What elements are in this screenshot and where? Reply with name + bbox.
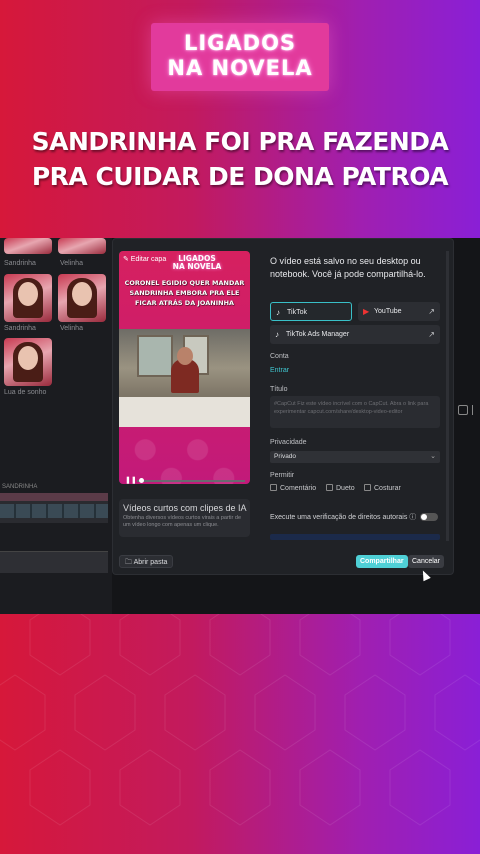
timeline-label: SANDRINHA bbox=[2, 484, 38, 490]
privacy-value: Privado bbox=[274, 453, 297, 460]
headline: SANDRINHA FOI PRA FAZENDA PRA CUIDAR DE … bbox=[0, 124, 480, 194]
dialog-scrollbar[interactable] bbox=[446, 251, 449, 541]
logo-line-1: LIGADOS bbox=[183, 31, 297, 55]
ai-card-title: Vídeos curtos com clipes de IA bbox=[123, 503, 247, 513]
media-label: Velinha bbox=[60, 325, 83, 332]
checkbox-box bbox=[364, 484, 371, 491]
privacy-label: Privacidade bbox=[270, 439, 307, 446]
tiktok-icon: ♪ bbox=[275, 330, 279, 339]
media-thumb[interactable] bbox=[4, 274, 52, 322]
share-dialog: ✎ Editar capa LIGADOS NA NOVELA CORONEL … bbox=[112, 238, 454, 575]
media-thumb[interactable] bbox=[58, 238, 106, 254]
media-panel: Sandrinha Velinha Sandrinha Velinha Lua … bbox=[0, 238, 112, 614]
checkbox-label: Costurar bbox=[374, 485, 401, 492]
platform-label: TikTok bbox=[287, 309, 307, 316]
tiktok-icon: ♪ bbox=[276, 308, 280, 317]
media-label: Velinha bbox=[60, 260, 83, 267]
open-folder-label: Abrir pasta bbox=[133, 559, 168, 566]
stitch-checkbox[interactable]: Costurar bbox=[364, 484, 401, 494]
platform-label: TikTok Ads Manager bbox=[286, 331, 350, 338]
external-link-icon: ↗ bbox=[428, 330, 435, 339]
share-button[interactable]: Compartilhar bbox=[356, 555, 408, 568]
ai-card-subtitle: Obtenha diversos vídeos curtos virais a … bbox=[123, 515, 242, 528]
preview-caption: CORONEL EGIDIO QUER MANDAR SANDRINHA EMB… bbox=[124, 279, 245, 307]
table-shape bbox=[119, 397, 250, 427]
checkbox-label: Dueto bbox=[336, 485, 355, 492]
media-label: Sandrinha bbox=[4, 325, 36, 332]
timeline-video-track[interactable] bbox=[0, 504, 108, 518]
platform-label: YouTube bbox=[374, 308, 402, 315]
screenshot-icon[interactable] bbox=[458, 405, 468, 415]
folder-icon: 🗀 bbox=[125, 559, 134, 566]
headline-line-1: SANDRINHA FOI PRA FAZENDA bbox=[31, 127, 449, 156]
external-link-icon: ↗ bbox=[428, 307, 435, 316]
share-options: O vídeo está salvo no seu desktop ou not… bbox=[270, 255, 442, 281]
ai-clips-card[interactable]: Vídeos curtos com clipes de IA Obtenha d… bbox=[119, 499, 250, 537]
chevron-down-icon: ⌄ bbox=[430, 453, 436, 460]
progress-knob[interactable] bbox=[139, 478, 144, 483]
privacy-select[interactable]: Privado ⌄ bbox=[270, 451, 440, 463]
media-thumb[interactable] bbox=[58, 274, 106, 322]
youtube-icon: ▶ bbox=[363, 307, 370, 316]
media-label: Sandrinha bbox=[4, 260, 36, 267]
preview-logo-line-2: NA NOVELA bbox=[172, 262, 222, 271]
timeline[interactable]: SANDRINHA bbox=[0, 484, 108, 523]
channel-logo: LIGADOS NA NOVELA bbox=[151, 23, 329, 91]
media-thumb[interactable] bbox=[4, 238, 52, 254]
hexagon-pattern bbox=[0, 600, 480, 826]
checkbox-box bbox=[326, 484, 333, 491]
cancel-button[interactable]: Cancelar bbox=[408, 555, 445, 568]
preview-logo: LIGADOS NA NOVELA bbox=[167, 255, 227, 271]
preview-hex-pattern bbox=[119, 427, 250, 484]
capcut-screen: Sandrinha Velinha Sandrinha Velinha Lua … bbox=[0, 238, 480, 614]
divider-icon bbox=[472, 405, 480, 415]
account-label: Conta bbox=[270, 353, 289, 360]
media-thumb[interactable] bbox=[4, 338, 52, 386]
comment-checkbox[interactable]: Comentário bbox=[270, 484, 316, 494]
saved-message: O vídeo está salvo no seu desktop ou not… bbox=[270, 256, 426, 279]
duet-checkbox[interactable]: Dueto bbox=[326, 484, 355, 494]
pause-icon[interactable]: ❚❚ bbox=[125, 477, 137, 484]
platform-tiktok[interactable]: ♪ TikTok bbox=[270, 302, 352, 321]
headline-line-2: PRA CUIDAR DE DONA PATROA bbox=[31, 162, 449, 191]
login-link[interactable]: Entrar bbox=[270, 367, 289, 374]
window-shape bbox=[137, 335, 173, 377]
checkbox-label: Comentário bbox=[280, 485, 317, 492]
checkbox-box bbox=[270, 484, 277, 491]
platform-tiktok-ads[interactable]: ♪ TikTok Ads Manager ↗ bbox=[270, 325, 440, 344]
person-head-shape bbox=[177, 347, 193, 365]
media-label: Lua de sonho bbox=[4, 389, 47, 396]
logo-line-2: NA NOVELA bbox=[167, 56, 313, 80]
allow-label: Permitir bbox=[270, 472, 295, 479]
open-folder-button[interactable]: 🗀 Abrir pasta bbox=[119, 555, 174, 568]
timeline-audio-track[interactable] bbox=[0, 551, 108, 573]
preview-video-frame bbox=[119, 329, 250, 427]
video-preview[interactable]: ✎ Editar capa LIGADOS NA NOVELA CORONEL … bbox=[119, 251, 250, 484]
platform-youtube[interactable]: ▶ YouTube ↗ bbox=[358, 302, 440, 321]
copyright-check-label: Execute uma verificação de direitos auto… bbox=[270, 514, 417, 521]
info-strip bbox=[270, 534, 440, 540]
title-label: Título bbox=[270, 386, 288, 393]
copyright-check-toggle[interactable] bbox=[420, 513, 438, 521]
title-input[interactable]: #CapCut Fiz este vídeo incrível com o Ca… bbox=[270, 396, 440, 428]
timeline-text-track[interactable] bbox=[0, 493, 108, 501]
edit-cover-button[interactable]: ✎ Editar capa bbox=[123, 255, 166, 263]
preview-progress-bar[interactable] bbox=[137, 478, 245, 483]
